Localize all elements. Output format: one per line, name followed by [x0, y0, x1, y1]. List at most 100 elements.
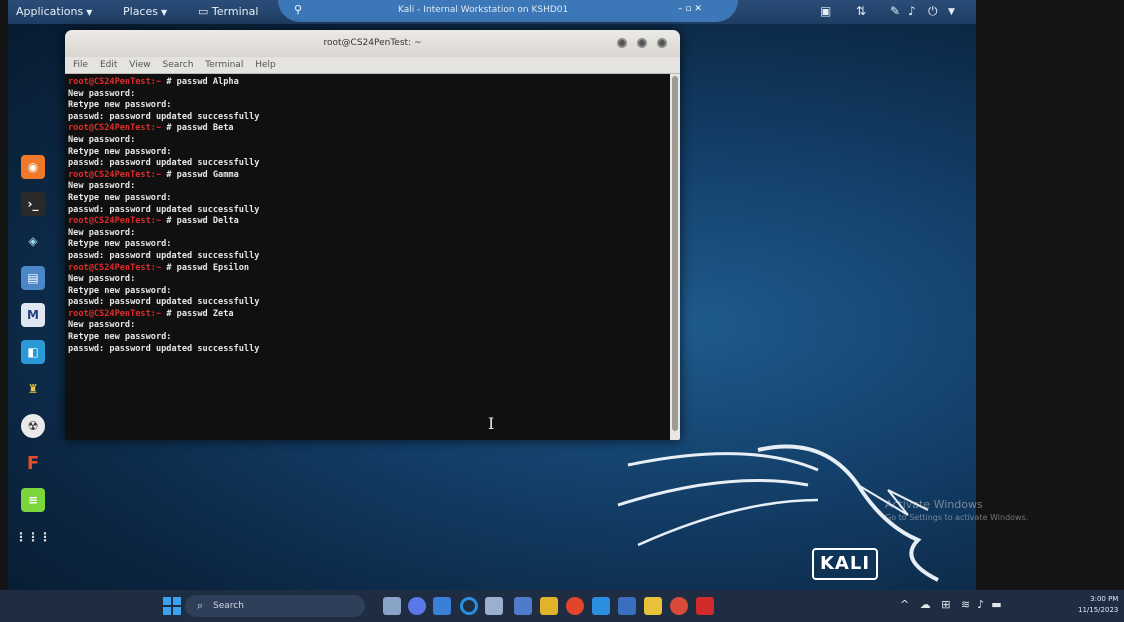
- volume-icon[interactable]: ♪: [977, 598, 984, 611]
- shell-prompt: root@CS24PenTest:~: [68, 262, 162, 273]
- firefox-icon[interactable]: ◉: [21, 155, 45, 179]
- close-button[interactable]: [657, 38, 667, 48]
- show-apps-grid-icon[interactable]: ⋮⋮⋮: [15, 525, 51, 549]
- activate-windows-watermark: Activate Windows Go to Settings to activ…: [885, 498, 1028, 522]
- menu-edit[interactable]: Edit: [100, 57, 117, 74]
- mail-icon[interactable]: [592, 597, 610, 615]
- chat-icon[interactable]: [408, 597, 426, 615]
- cloud-icon[interactable]: ☁: [920, 598, 931, 611]
- places-menu[interactable]: Places ▼: [123, 5, 167, 18]
- text-cursor-icon: I: [488, 414, 495, 433]
- terminal-line-text: New password:: [68, 227, 136, 238]
- terminal-line: root@CS24PenTest:~ # passwd Zeta: [68, 309, 668, 321]
- terminal-line-text: Retype new password:: [68, 192, 172, 203]
- app-icon[interactable]: [433, 597, 451, 615]
- terminal-line: root@CS24PenTest:~ # passwd Gamma: [68, 170, 668, 182]
- terminal-line-text: passwd: password updated successfully: [68, 343, 260, 354]
- vmware-icon[interactable]: [485, 597, 503, 615]
- battery-icon[interactable]: ▬: [991, 598, 1001, 611]
- terminal-titlebar[interactable]: root@CS24PenTest: ~: [65, 30, 680, 57]
- activate-title: Activate Windows: [885, 498, 983, 511]
- terminal-line: New password:: [68, 228, 668, 240]
- network-icon[interactable]: ⊞: [941, 598, 950, 611]
- left-border: [0, 0, 8, 590]
- chevron-up-icon[interactable]: ^: [900, 598, 909, 611]
- terminal-line-text: New password:: [68, 320, 136, 331]
- top-panel: Applications ▼ Places ▼ ▭ Terminal ⚲ Kali …: [8, 0, 976, 24]
- taskbar-clock[interactable]: 3:00 PM 11/15/2023: [1078, 594, 1118, 616]
- maltego-icon[interactable]: M: [21, 303, 45, 327]
- terminal-line: Retype new password:: [68, 332, 668, 344]
- radiation-icon[interactable]: ☢: [21, 414, 45, 438]
- volume-icon[interactable]: ♪: [908, 4, 916, 18]
- cortana-icon[interactable]: [460, 597, 478, 615]
- network-icon[interactable]: ⇅: [856, 4, 866, 18]
- side-dock: ◉ ›_ ◈ ▤ M ◧ ♜ ☢ F ≡ ⋮⋮⋮: [15, 155, 51, 562]
- terminal-window[interactable]: root@CS24PenTest: ~ File Edit View Searc…: [65, 30, 680, 440]
- vm-title-tab[interactable]: ⚲ Kali - Internal Workstation on KSHD01 …: [278, 0, 738, 22]
- terminal-line: root@CS24PenTest:~ # passwd Beta: [68, 123, 668, 135]
- task-view-icon[interactable]: [383, 597, 401, 615]
- terminal-line-text: passwd: password updated successfully: [68, 204, 260, 215]
- pen-icon[interactable]: ✎: [890, 4, 900, 18]
- chevron-down-icon[interactable]: ▼: [948, 7, 955, 17]
- terminal-line: passwd: password updated successfully: [68, 251, 668, 263]
- terminal-output[interactable]: root@CS24PenTest:~ # passwd Alpha New pas…: [68, 74, 668, 440]
- metasploit-eye-icon[interactable]: ◈: [21, 229, 45, 253]
- vm-window-controls-icon[interactable]: – ▫ ✕: [678, 4, 702, 14]
- terminal-line: passwd: password updated successfully: [68, 344, 668, 356]
- terminal-line-text: New password:: [68, 88, 136, 99]
- terminal-line: passwd: password updated successfully: [68, 205, 668, 217]
- shell-prompt: root@CS24PenTest:~: [68, 169, 162, 180]
- pin-icon: ⚲: [294, 3, 303, 16]
- terminal-scrollbar[interactable]: [670, 74, 680, 440]
- app-icon[interactable]: [514, 597, 532, 615]
- sticky-notes-icon[interactable]: [540, 597, 558, 615]
- clock-time: 3:00 PM: [1090, 595, 1119, 603]
- menu-file[interactable]: File: [73, 57, 88, 74]
- chevron-down-icon: ▼: [86, 8, 93, 17]
- files-icon[interactable]: ▤: [21, 266, 45, 290]
- burpsuite-icon[interactable]: ◧: [21, 340, 45, 364]
- terminal-taskbar-button[interactable]: ▭ Terminal: [198, 5, 258, 18]
- app-icon[interactable]: [618, 597, 636, 615]
- chrome-icon[interactable]: [566, 597, 584, 615]
- armitage-icon[interactable]: ♜: [21, 377, 45, 401]
- terminal-line: Retype new password:: [68, 100, 668, 112]
- terminal-app-icon[interactable]: ›_: [21, 192, 45, 216]
- terminal-icon: ▭: [198, 5, 209, 18]
- file-explorer-icon[interactable]: [644, 597, 662, 615]
- notes-icon[interactable]: ≡: [21, 488, 45, 512]
- shell-prompt: root@CS24PenTest:~: [68, 123, 162, 134]
- menu-terminal[interactable]: Terminal: [205, 57, 243, 74]
- power-icon[interactable]: ⏻: [928, 4, 938, 19]
- taskbar-search-box[interactable]: ⌕ Search: [185, 595, 365, 617]
- terminal-line: passwd: password updated successfully: [68, 158, 668, 170]
- system-tray[interactable]: ^ ☁ ⊞ ≋ ♪ ▬: [900, 598, 1002, 611]
- maximize-button[interactable]: [637, 38, 647, 48]
- terminal-line: Retype new password:: [68, 147, 668, 159]
- terminal-line-text: New password:: [68, 181, 136, 192]
- terminal-line-text: Retype new password:: [68, 285, 172, 296]
- wifi-icon[interactable]: ≋: [961, 598, 970, 611]
- faraday-icon[interactable]: F: [21, 451, 45, 475]
- app-icon[interactable]: [670, 597, 688, 615]
- places-label: Places: [123, 5, 158, 18]
- terminal-line-text: # passwd Beta: [161, 123, 234, 134]
- screen: Applications ▼ Places ▼ ▭ Terminal ⚲ Kali …: [0, 0, 1124, 622]
- scrollbar-thumb[interactable]: [672, 76, 678, 431]
- shell-prompt: root@CS24PenTest:~: [68, 308, 162, 319]
- menu-help[interactable]: Help: [255, 57, 276, 74]
- windows-start-button[interactable]: [163, 597, 181, 615]
- minimize-button[interactable]: [617, 38, 627, 48]
- workspace-icon[interactable]: ▣: [820, 4, 831, 18]
- menu-view[interactable]: View: [129, 57, 150, 74]
- vm-title: Kali - Internal Workstation on KSHD01: [398, 5, 569, 15]
- acrobat-icon[interactable]: [696, 597, 714, 615]
- menu-search[interactable]: Search: [162, 57, 193, 74]
- terminal-line-text: # passwd Epsilon: [161, 262, 250, 273]
- applications-menu[interactable]: Applications ▼: [16, 5, 92, 18]
- terminal-line: Retype new password:: [68, 286, 668, 298]
- chevron-down-icon: ▼: [160, 8, 168, 17]
- terminal-line-text: passwd: password updated successfully: [68, 158, 260, 169]
